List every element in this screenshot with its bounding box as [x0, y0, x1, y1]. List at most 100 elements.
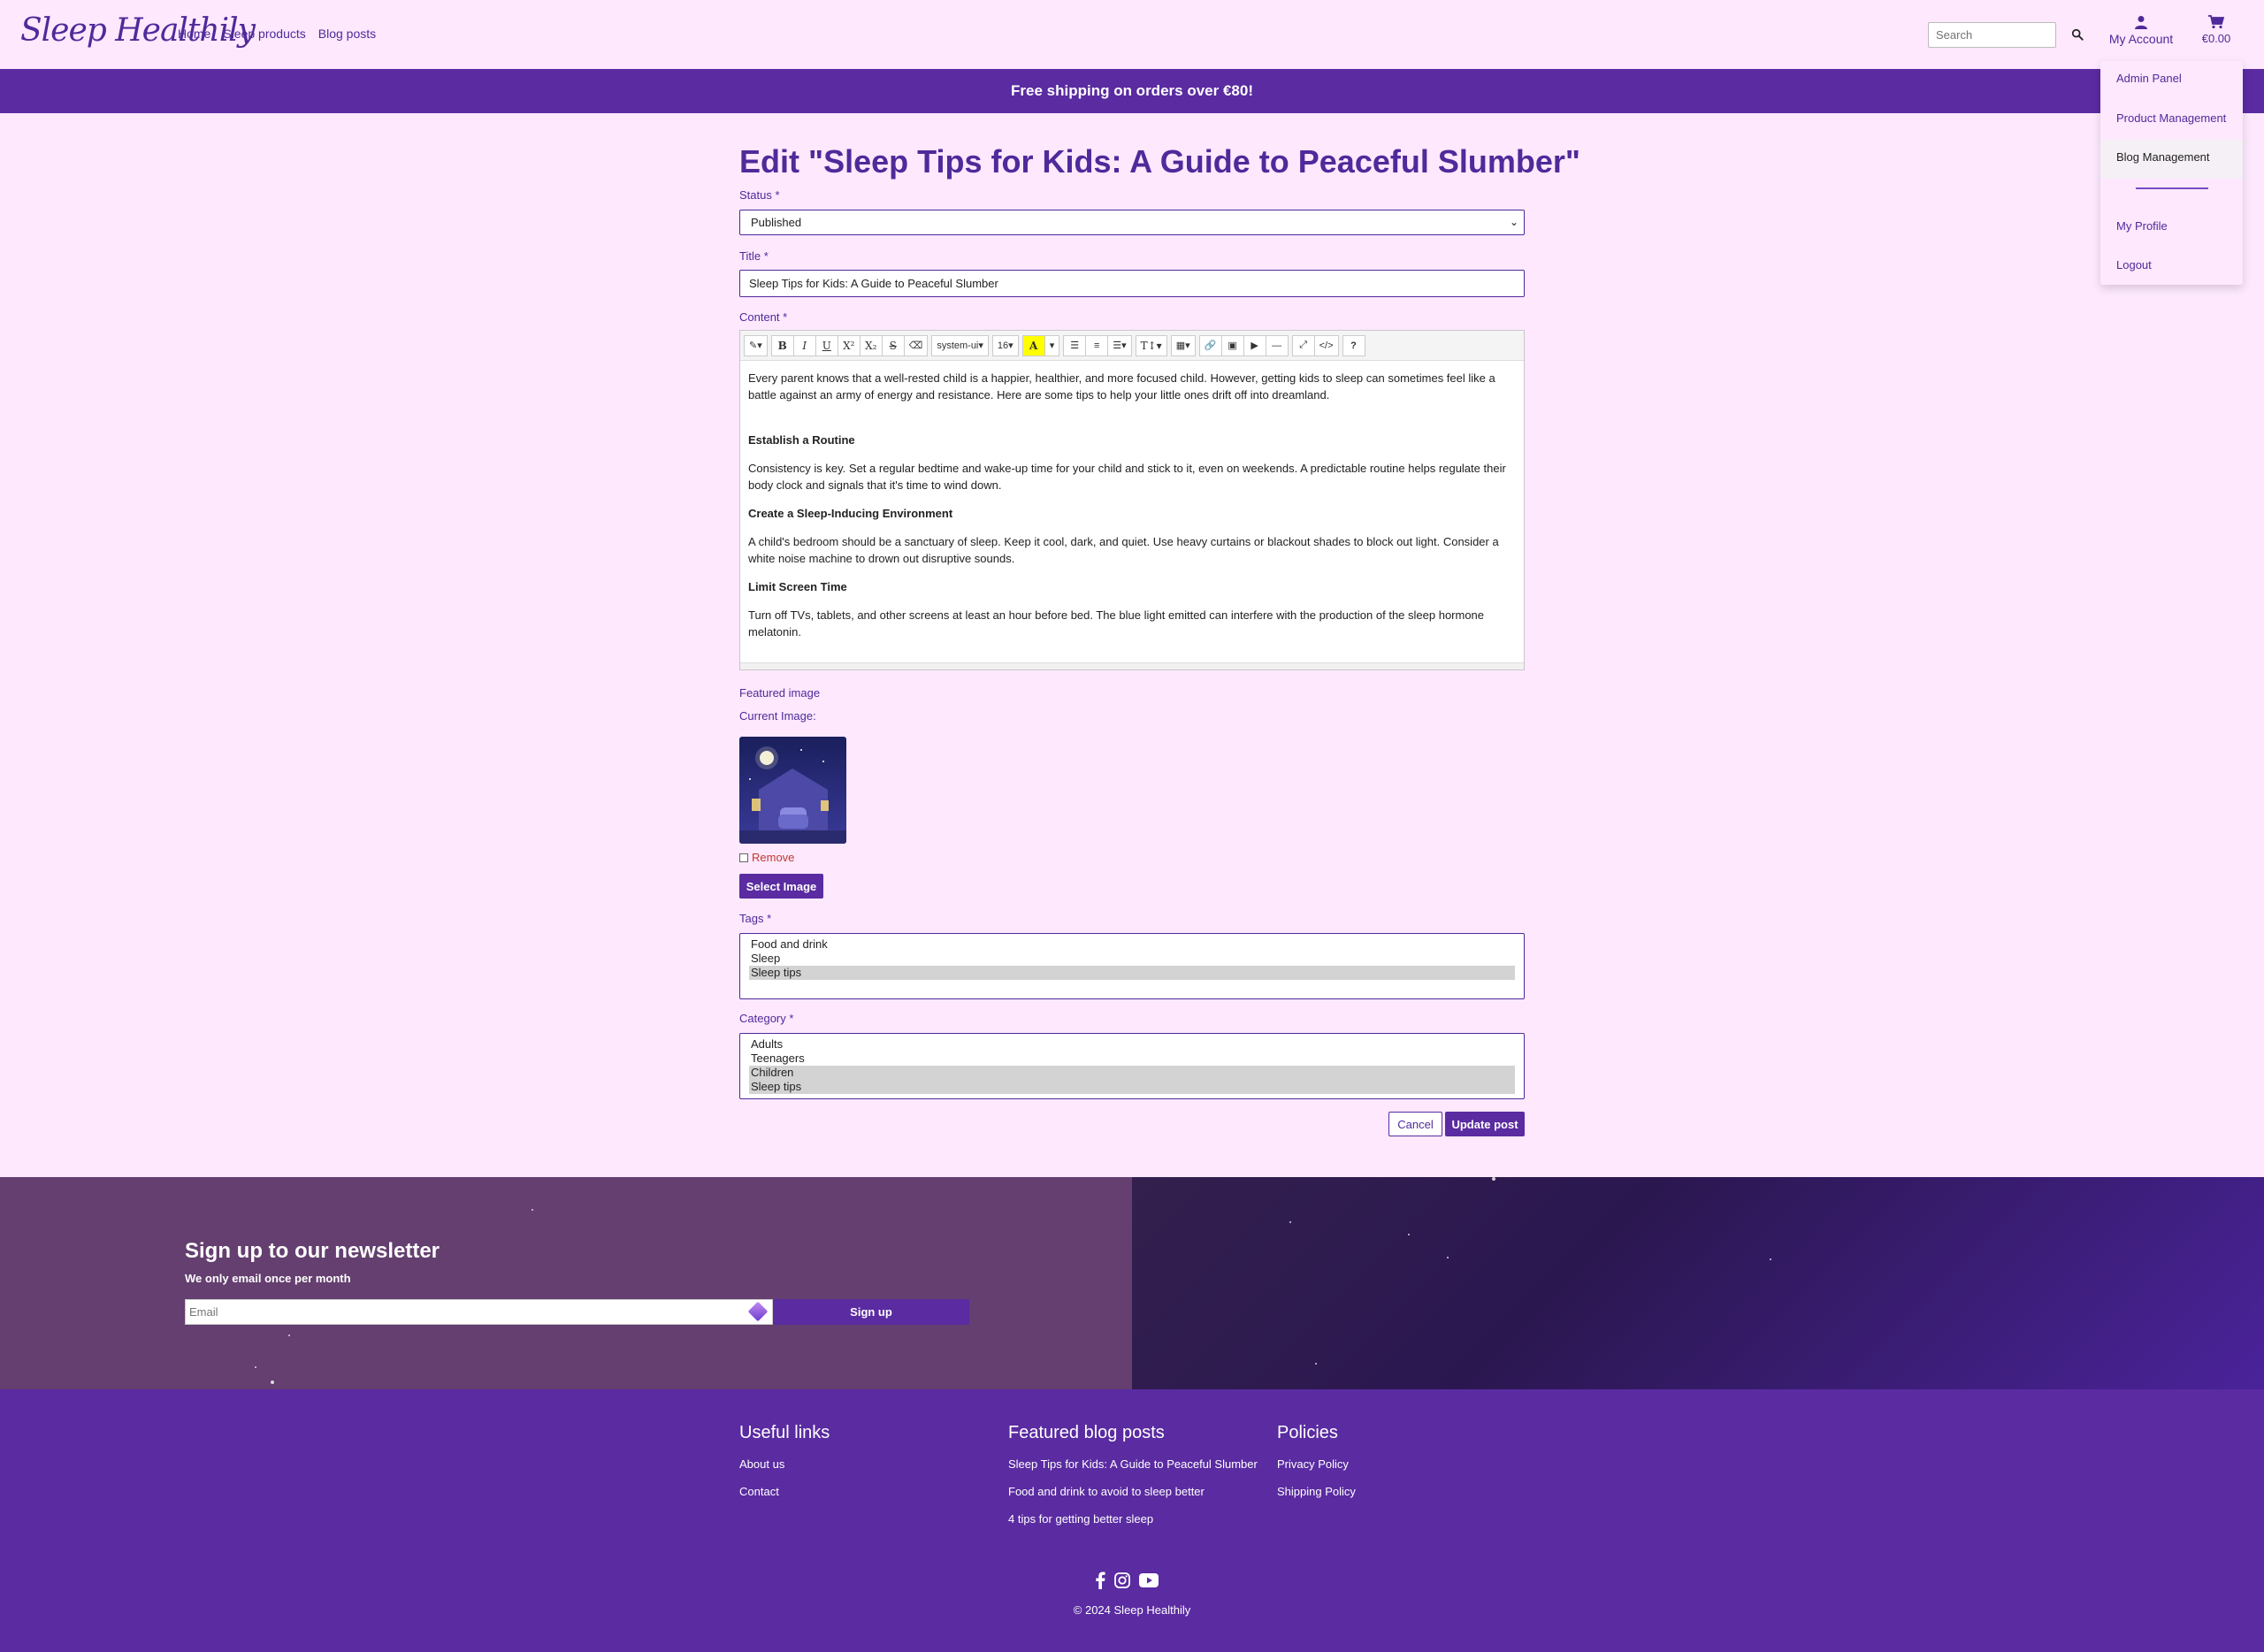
menu-item-blog-management[interactable]: Blog Management: [2100, 140, 2243, 179]
star-decoration: [1492, 1177, 1495, 1181]
menu-item-product-management[interactable]: Product Management: [2100, 101, 2243, 140]
eraser-icon[interactable]: ⌫: [903, 334, 929, 356]
text-color-button[interactable]: A: [1021, 334, 1045, 356]
menu-item-logout[interactable]: Logout: [2100, 248, 2243, 287]
rich-text-editor: ✎▾ B I U X² X₂ S ⌫ system-ui ▾ 16 ▾ A ▾ ☰ …: [739, 330, 1525, 670]
select-option[interactable]: Food and drink: [749, 937, 1515, 952]
footer-link-contact[interactable]: Contact: [739, 1485, 830, 1498]
fullscreen-icon[interactable]: ⤢: [1291, 334, 1315, 356]
star-decoration: [1770, 1258, 1771, 1260]
search-input[interactable]: [1928, 22, 2056, 48]
menu-item-my-profile[interactable]: My Profile: [2100, 209, 2243, 248]
cart-total: €0.00: [2201, 32, 2231, 45]
nav-sleep-products[interactable]: Sleep products: [223, 27, 305, 41]
title-input[interactable]: [739, 270, 1525, 297]
strikethrough-button[interactable]: S: [881, 334, 905, 356]
content-paragraph: Consistency is key. Set a regular bedtim…: [748, 462, 1506, 492]
social-links: [1095, 1572, 1159, 1594]
star-decoration: [288, 1335, 290, 1336]
menu-divider: [2136, 187, 2208, 189]
search-button[interactable]: [2066, 24, 2089, 47]
superscript-button[interactable]: X²: [837, 334, 860, 356]
youtube-icon[interactable]: [1139, 1573, 1159, 1592]
select-option[interactable]: Teenagers: [749, 1052, 1515, 1066]
newsletter-subtitle: We only email once per month: [185, 1272, 351, 1285]
video-icon[interactable]: ▶: [1243, 334, 1266, 356]
select-option[interactable]: Sleep: [749, 952, 1515, 966]
instagram-icon[interactable]: [1114, 1572, 1130, 1593]
editor-resize-bar[interactable]: [740, 662, 1524, 669]
user-icon: [2135, 16, 2147, 29]
link-icon[interactable]: 🔗: [1198, 334, 1222, 356]
account-dropdown-menu: Admin Panel Product Management Blog Mana…: [2100, 61, 2243, 285]
nav-blog-posts[interactable]: Blog posts: [318, 27, 376, 41]
update-post-button[interactable]: Update post: [1445, 1112, 1525, 1136]
title-label: Title *: [739, 249, 769, 263]
font-family-value: system-ui: [937, 340, 979, 351]
newsletter-email-input[interactable]: [185, 1299, 773, 1325]
star-decoration: [532, 1209, 533, 1211]
status-label: Status *: [739, 188, 780, 202]
help-icon[interactable]: ?: [1342, 334, 1365, 356]
table-icon[interactable]: ▦▾: [1170, 334, 1196, 356]
my-account-button[interactable]: My Account: [2105, 15, 2177, 46]
magic-style-button[interactable]: ✎▾: [744, 334, 768, 356]
menu-item-admin-panel[interactable]: Admin Panel: [2100, 61, 2243, 100]
font-size-dropdown[interactable]: 16 ▾: [991, 334, 1019, 356]
select-option[interactable]: Adults: [749, 1037, 1515, 1052]
numbered-list-icon[interactable]: ≡: [1085, 334, 1109, 356]
bullet-list-icon[interactable]: ☰: [1063, 334, 1087, 356]
newsletter-signup-button[interactable]: Sign up: [773, 1299, 969, 1325]
footer-link-post[interactable]: Sleep Tips for Kids: A Guide to Peaceful…: [1008, 1457, 1258, 1471]
category-label: Category *: [739, 1012, 794, 1025]
content-heading: Limit Screen Time: [748, 580, 847, 593]
newsletter-night-sky: [1132, 1177, 2264, 1389]
category-multiselect[interactable]: Adults Teenagers Children Sleep tips: [739, 1033, 1525, 1099]
editor-toolbar: ✎▾ B I U X² X₂ S ⌫ system-ui ▾ 16 ▾ A ▾ ☰ …: [740, 331, 1524, 361]
tags-label: Tags *: [739, 912, 772, 925]
status-select[interactable]: Published ⌄: [739, 210, 1525, 235]
nav-home[interactable]: Home: [178, 27, 210, 41]
horizontal-rule-icon[interactable]: —: [1265, 334, 1289, 356]
copyright-text: © 2024 Sleep Healthily: [1073, 1603, 1191, 1617]
footer-link-shipping[interactable]: Shipping Policy: [1277, 1485, 1356, 1498]
newsletter-panel: Sign up to our newsletter We only email …: [0, 1177, 1132, 1389]
tags-multiselect[interactable]: Food and drink Sleep Sleep tips: [739, 933, 1525, 999]
cart-button[interactable]: €0.00: [2197, 15, 2236, 45]
content-paragraph: A child's bedroom should be a sanctuary …: [748, 535, 1499, 565]
footer-link-post[interactable]: Food and drink to avoid to sleep better: [1008, 1485, 1258, 1498]
star-decoration: [255, 1366, 256, 1368]
select-option[interactable]: Children: [749, 1066, 1515, 1080]
underline-button[interactable]: U: [815, 334, 838, 356]
my-account-label: My Account: [2108, 32, 2174, 46]
code-view-icon[interactable]: </>: [1313, 334, 1339, 356]
align-dropdown-icon[interactable]: ☰▾: [1107, 334, 1132, 356]
footer-link-privacy[interactable]: Privacy Policy: [1277, 1457, 1356, 1471]
image-icon[interactable]: ▣: [1220, 334, 1244, 356]
facebook-icon[interactable]: [1095, 1572, 1105, 1594]
color-dropdown-button[interactable]: ▾: [1044, 334, 1060, 356]
footer-heading: Useful links: [739, 1423, 830, 1442]
select-image-button[interactable]: Select Image: [739, 874, 823, 899]
site-footer: Useful links About us Contact Featured b…: [0, 1389, 2264, 1652]
footer-link-post[interactable]: 4 tips for getting better sleep: [1008, 1512, 1258, 1526]
font-family-dropdown[interactable]: system-ui ▾: [931, 334, 989, 356]
chevron-down-icon: ⌄: [1509, 216, 1518, 228]
select-option[interactable]: Sleep tips: [749, 1080, 1515, 1094]
content-label: Content *: [739, 310, 788, 324]
remove-image-checkbox[interactable]: [739, 853, 748, 862]
star-decoration: [271, 1380, 274, 1384]
search-icon: [2071, 28, 2084, 41]
font-size-value: 16: [997, 340, 1009, 351]
footer-heading: Featured blog posts: [1008, 1423, 1165, 1442]
cancel-button[interactable]: Cancel: [1388, 1112, 1442, 1136]
editor-content-area[interactable]: Every parent knows that a well-rested ch…: [740, 361, 1524, 662]
line-height-icon[interactable]: T↕▾: [1135, 334, 1167, 356]
bold-button[interactable]: B: [770, 334, 794, 356]
select-option[interactable]: Sleep tips: [749, 966, 1515, 980]
italic-button[interactable]: I: [792, 334, 816, 356]
remove-image-row: Remove: [739, 851, 794, 864]
newsletter-title: Sign up to our newsletter: [185, 1239, 440, 1263]
subscript-button[interactable]: X₂: [859, 334, 883, 356]
footer-link-about[interactable]: About us: [739, 1457, 830, 1471]
